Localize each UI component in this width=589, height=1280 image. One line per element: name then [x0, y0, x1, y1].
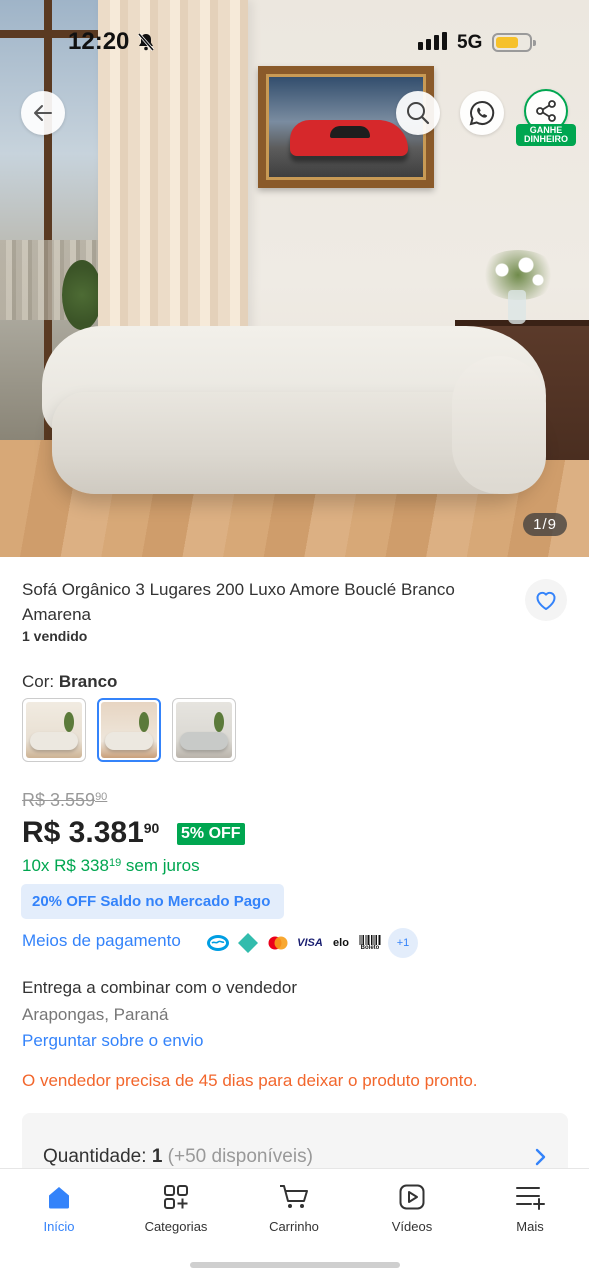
search-icon — [407, 102, 430, 125]
old-price-cents: 90 — [95, 791, 108, 803]
video-icon — [399, 1184, 425, 1210]
old-price-main: R$ 3.559 — [22, 790, 96, 810]
whatsapp-share-button[interactable] — [460, 91, 504, 135]
categories-icon — [164, 1185, 188, 1209]
quantity-text: Quantidade: 1 (+50 disponíveis) — [43, 1146, 313, 1168]
mastercard-icon — [266, 931, 290, 955]
sold-count: 1 vendido — [22, 628, 88, 644]
color-option-bege[interactable] — [22, 698, 86, 762]
old-price: R$ 3.55990 — [22, 790, 107, 811]
boleto-label: Boleto — [360, 944, 380, 951]
color-label: Cor: Branco — [22, 672, 117, 692]
nav-item-inicio[interactable]: Início — [9, 1183, 109, 1234]
color-options — [22, 698, 236, 762]
mercado-pago-badge: 20% OFF Saldo no Mercado Pago — [21, 884, 284, 919]
visa-icon: VISA — [297, 937, 323, 949]
product-title: Sofá Orgânico 3 Lugares 200 Luxo Amore B… — [22, 580, 455, 624]
bell-off-icon — [137, 33, 155, 51]
product-image-sofa — [42, 326, 546, 494]
share-earn-badge: GANHE DINHEIRO — [516, 124, 576, 146]
home-icon — [49, 1187, 69, 1209]
menu-plus-icon — [516, 1187, 545, 1210]
nav-label-inicio: Início — [43, 1219, 75, 1234]
color-option-branco[interactable] — [97, 698, 161, 762]
status-time: 12:20 — [68, 28, 130, 55]
cart-icon — [280, 1185, 308, 1208]
current-price: R$ 3.38190 — [22, 816, 159, 850]
more-payment-methods[interactable]: +1 — [388, 928, 418, 958]
elo-icon: elo — [333, 937, 349, 949]
nav-label-mais: Mais — [516, 1219, 544, 1234]
search-button[interactable] — [396, 91, 440, 135]
nav-label-videos: Vídeos — [391, 1219, 433, 1234]
nav-label-categorias: Categorias — [144, 1219, 208, 1234]
payment-methods-link[interactable]: Meios de pagamento — [22, 931, 181, 951]
image-counter: 1/9 — [523, 513, 567, 536]
payment-icons[interactable]: VISA elo Boleto +1 — [206, 928, 418, 958]
image-vase — [508, 290, 526, 324]
preparation-notice: O vendedor precisa de 45 dias para deixa… — [22, 1071, 478, 1090]
mercado-pago-icon — [206, 931, 230, 955]
back-button[interactable] — [21, 91, 65, 135]
installments: 10x R$ 33819 sem juros — [22, 856, 200, 876]
arrow-left-icon — [34, 105, 52, 121]
color-label-prefix: Cor: — [22, 672, 59, 691]
price-main: R$ 3.381 — [22, 816, 144, 849]
discount-badge: 5% OFF — [177, 823, 245, 845]
color-option-cinza[interactable] — [172, 698, 236, 762]
installments-prefix: 10x R$ 338 — [22, 856, 109, 875]
quantity-available: (+50 disponíveis) — [167, 1146, 313, 1167]
seller-location: Arapongas, Paraná — [22, 1005, 169, 1024]
home-indicator — [190, 1262, 400, 1268]
network-type: 5G — [457, 32, 483, 53]
nav-item-carrinho[interactable]: Carrinho — [244, 1183, 344, 1234]
nav-label-carrinho: Carrinho — [269, 1219, 319, 1234]
chevron-right-icon — [535, 1148, 546, 1166]
signal-icon — [418, 32, 447, 50]
installments-cents: 19 — [108, 857, 122, 869]
status-bar: 12:20 5G — [0, 0, 589, 88]
nav-item-videos[interactable]: Vídeos — [362, 1183, 462, 1234]
whatsapp-icon — [469, 100, 495, 126]
pix-icon — [236, 931, 260, 955]
price-cents: 90 — [143, 820, 160, 836]
nav-item-mais[interactable]: Mais — [480, 1183, 580, 1234]
quantity-label: Quantidade: — [43, 1146, 147, 1167]
color-value: Branco — [58, 672, 118, 691]
share-icon — [536, 100, 556, 122]
ask-shipping-link[interactable]: Perguntar sobre o envio — [22, 1031, 203, 1051]
heart-icon — [536, 591, 556, 610]
delivery-title: Entrega a combinar com o vendedor — [22, 978, 297, 997]
battery-icon — [492, 33, 536, 52]
nav-item-categorias[interactable]: Categorias — [126, 1183, 226, 1234]
favorite-button[interactable] — [525, 579, 567, 621]
quantity-value: 1 — [151, 1146, 163, 1167]
boleto-icon: Boleto — [358, 931, 382, 955]
installments-suffix: sem juros — [121, 856, 200, 875]
